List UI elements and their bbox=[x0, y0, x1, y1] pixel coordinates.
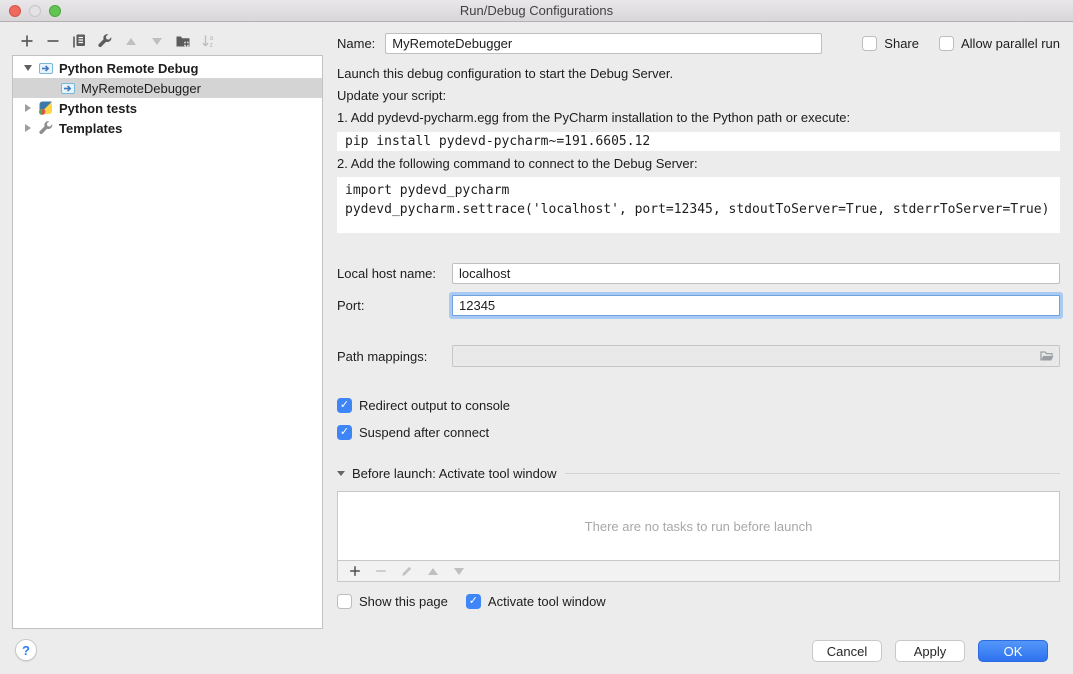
tree-item-label: Python tests bbox=[59, 101, 137, 116]
check-icon: ✓ bbox=[340, 427, 349, 438]
browse-folder-icon[interactable] bbox=[1039, 348, 1055, 364]
path-mappings-row: Path mappings: bbox=[337, 345, 1060, 367]
move-up-icon bbox=[118, 30, 144, 52]
dialog-footer: ? Cancel Apply OK bbox=[0, 630, 1073, 674]
tree-item-myremotedebugger[interactable]: MyRemoteDebugger bbox=[13, 78, 322, 98]
redirect-output-checkbox[interactable]: ✓ bbox=[337, 398, 352, 413]
description-step-1: 1. Add pydevd-pycharm.egg from the PyCha… bbox=[337, 107, 1060, 129]
share-checkbox[interactable]: ✓ bbox=[862, 36, 877, 51]
tree-item-label: Python Remote Debug bbox=[59, 61, 198, 76]
configuration-editor: Name: ✓ Share ✓ Allow parallel run Launc… bbox=[337, 22, 1060, 609]
svg-text:a: a bbox=[210, 35, 214, 42]
collapse-triangle-icon[interactable] bbox=[337, 471, 345, 476]
run-debug-configurations-dialog: Run/Debug Configurations az bbox=[0, 0, 1073, 674]
port-input[interactable] bbox=[452, 295, 1060, 316]
show-this-page-label: Show this page bbox=[359, 594, 448, 609]
add-task-icon[interactable] bbox=[342, 562, 368, 580]
tasks-toolbar bbox=[337, 561, 1060, 582]
redirect-output-row: ✓ Redirect output to console bbox=[337, 398, 1060, 413]
sort-alphabetically-icon: az bbox=[196, 30, 222, 52]
collapse-caret-icon[interactable] bbox=[21, 124, 35, 132]
tree-item-label: Templates bbox=[59, 121, 122, 136]
tree-item-templates[interactable]: Templates bbox=[13, 118, 322, 138]
move-task-down-icon bbox=[446, 562, 472, 580]
port-row: Port: bbox=[337, 295, 1060, 316]
suspend-after-connect-checkbox[interactable]: ✓ bbox=[337, 425, 352, 440]
local-host-row: Local host name: bbox=[337, 263, 1060, 284]
suspend-after-connect-label: Suspend after connect bbox=[359, 425, 489, 440]
separator-line bbox=[565, 473, 1060, 474]
description-text: Launch this debug configuration to start… bbox=[337, 63, 1060, 129]
help-button[interactable]: ? bbox=[15, 639, 37, 661]
name-row: Name: ✓ Share ✓ Allow parallel run bbox=[337, 33, 1060, 54]
remove-task-icon bbox=[368, 562, 394, 580]
share-label: Share bbox=[884, 36, 919, 51]
templates-wrench-icon bbox=[38, 120, 54, 136]
configurations-tree: Python Remote Debug MyRemoteDebugger Pyt… bbox=[12, 55, 323, 629]
path-mappings-field[interactable] bbox=[452, 345, 1060, 367]
description-line-2: Update your script: bbox=[337, 85, 1060, 107]
before-launch-title: Before launch: Activate tool window bbox=[352, 466, 557, 481]
copy-icon[interactable] bbox=[66, 30, 92, 52]
svg-text:z: z bbox=[210, 42, 214, 49]
show-this-page-checkbox[interactable]: ✓ bbox=[337, 594, 352, 609]
allow-parallel-run-checkbox[interactable]: ✓ bbox=[939, 36, 954, 51]
code-line-import: import pydevd_pycharm bbox=[345, 181, 1052, 200]
window-title: Run/Debug Configurations bbox=[460, 3, 613, 18]
tree-item-label: MyRemoteDebugger bbox=[81, 81, 201, 96]
tree-item-python-tests[interactable]: Python tests bbox=[13, 98, 322, 118]
collapse-caret-icon[interactable] bbox=[21, 104, 35, 112]
cancel-button[interactable]: Cancel bbox=[812, 640, 882, 662]
before-launch-task-list[interactable]: There are no tasks to run before launch bbox=[337, 491, 1060, 561]
dialog-body: az Python Remote Debug MyRemoteDebugger … bbox=[0, 22, 1073, 674]
local-host-label: Local host name: bbox=[337, 266, 452, 281]
titlebar: Run/Debug Configurations bbox=[0, 0, 1073, 22]
expand-caret-icon[interactable] bbox=[21, 65, 35, 71]
traffic-lights bbox=[9, 5, 61, 17]
minimize-button bbox=[29, 5, 41, 17]
close-button[interactable] bbox=[9, 5, 21, 17]
settrace-code-block: import pydevd_pycharmpydevd_pycharm.sett… bbox=[337, 177, 1060, 233]
redirect-output-label: Redirect output to console bbox=[359, 398, 510, 413]
python-tests-icon bbox=[38, 100, 54, 116]
local-host-input[interactable] bbox=[452, 263, 1060, 284]
move-down-icon bbox=[144, 30, 170, 52]
name-input[interactable] bbox=[385, 33, 822, 54]
new-folder-icon[interactable] bbox=[170, 30, 196, 52]
ok-button[interactable]: OK bbox=[978, 640, 1048, 662]
apply-button[interactable]: Apply bbox=[895, 640, 965, 662]
description-step-2: 2. Add the following command to connect … bbox=[337, 153, 1060, 175]
configurations-toolbar: az bbox=[14, 30, 222, 52]
description-line-1: Launch this debug configuration to start… bbox=[337, 63, 1060, 85]
activate-tool-window-label: Activate tool window bbox=[488, 594, 606, 609]
tree-item-python-remote-debug[interactable]: Python Remote Debug bbox=[13, 58, 322, 78]
empty-tasks-message: There are no tasks to run before launch bbox=[585, 519, 813, 534]
move-task-up-icon bbox=[420, 562, 446, 580]
suspend-after-connect-row: ✓ Suspend after connect bbox=[337, 425, 1060, 440]
remote-debug-config-icon bbox=[38, 60, 54, 76]
edit-task-pencil-icon bbox=[394, 562, 420, 580]
allow-parallel-run-label: Allow parallel run bbox=[961, 36, 1060, 51]
dialog-options-row: ✓ Show this page ✓ Activate tool window bbox=[337, 594, 1060, 609]
activate-tool-window-checkbox[interactable]: ✓ bbox=[466, 594, 481, 609]
add-icon[interactable] bbox=[14, 30, 40, 52]
code-line-settrace: pydevd_pycharm.settrace('localhost', por… bbox=[345, 200, 1052, 219]
path-mappings-label: Path mappings: bbox=[337, 349, 452, 364]
zoom-button[interactable] bbox=[49, 5, 61, 17]
question-mark-icon: ? bbox=[22, 643, 30, 658]
name-label: Name: bbox=[337, 36, 375, 51]
remove-icon[interactable] bbox=[40, 30, 66, 52]
pip-install-command: pip install pydevd-pycharm~=191.6605.12 bbox=[337, 132, 1060, 151]
check-icon: ✓ bbox=[469, 596, 478, 607]
remote-debug-config-icon bbox=[60, 80, 76, 96]
port-label: Port: bbox=[337, 298, 452, 313]
before-launch-header[interactable]: Before launch: Activate tool window bbox=[337, 466, 1060, 481]
footer-buttons: Cancel Apply OK bbox=[812, 640, 1048, 662]
check-icon: ✓ bbox=[340, 400, 349, 411]
edit-templates-wrench-icon[interactable] bbox=[92, 30, 118, 52]
